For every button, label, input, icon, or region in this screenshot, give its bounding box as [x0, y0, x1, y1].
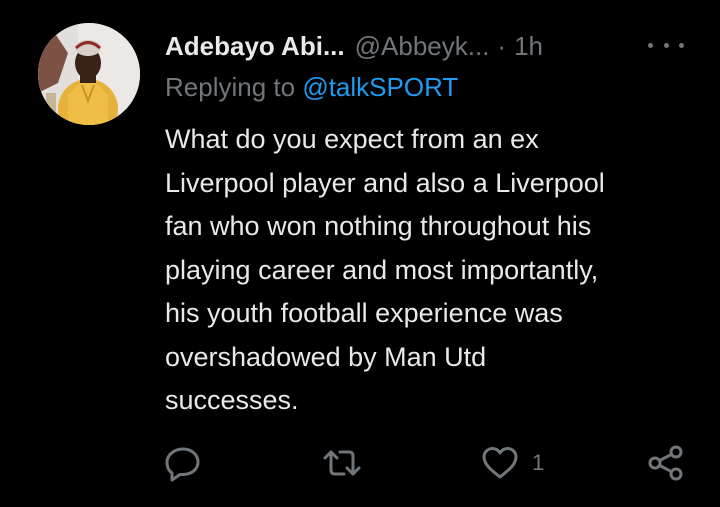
separator-dot: · — [497, 30, 507, 61]
retweet-icon — [323, 450, 361, 476]
tweet-text-line: successes. — [165, 385, 299, 415]
author-handle[interactable]: @Abbeyk... — [355, 31, 490, 62]
reply-bubble-icon — [165, 447, 200, 482]
tweet-text: What do you expect from an ex Liverpool … — [165, 118, 705, 423]
tweet[interactable]: Adebayo Abi... @Abbeyk... · 1h Replying … — [0, 0, 720, 507]
author-name[interactable]: Adebayo Abi... — [165, 31, 345, 62]
heart-icon — [482, 447, 518, 479]
tweet-text-line: overshadowed by Man Utd — [165, 341, 487, 372]
retweet-button[interactable] — [322, 440, 362, 486]
tweet-header: Adebayo Abi... @Abbeyk... · 1h — [165, 26, 543, 66]
more-dots-icon[interactable] — [648, 32, 684, 58]
timestamp[interactable]: 1h — [514, 31, 543, 62]
tweet-text-line: his youth football experience was — [165, 298, 563, 328]
tweet-text-line: What do you expect from an ex — [165, 124, 539, 154]
reply-prefix: Replying to — [165, 72, 296, 102]
tweet-text-line: Liverpool player and also a Liverpool — [165, 167, 605, 198]
like-count: 1 — [532, 450, 545, 475]
action-bar: 1 — [0, 440, 720, 486]
share-icon — [648, 445, 683, 481]
reply-mention-link[interactable]: @talkSPORT — [302, 72, 458, 102]
reply-button[interactable] — [163, 440, 203, 486]
more-dot — [663, 42, 669, 48]
more-dot — [648, 42, 653, 48]
share-button[interactable] — [646, 440, 686, 486]
tweet-text-line: playing career and most importantly, — [165, 254, 599, 285]
tweet-text-line: fan who won nothing throughout his — [165, 211, 592, 241]
avatar[interactable] — [38, 23, 140, 125]
more-dot — [679, 42, 684, 48]
reply-context: Replying to @talkSPORT — [165, 72, 458, 103]
like-button[interactable]: 1 — [480, 440, 544, 486]
